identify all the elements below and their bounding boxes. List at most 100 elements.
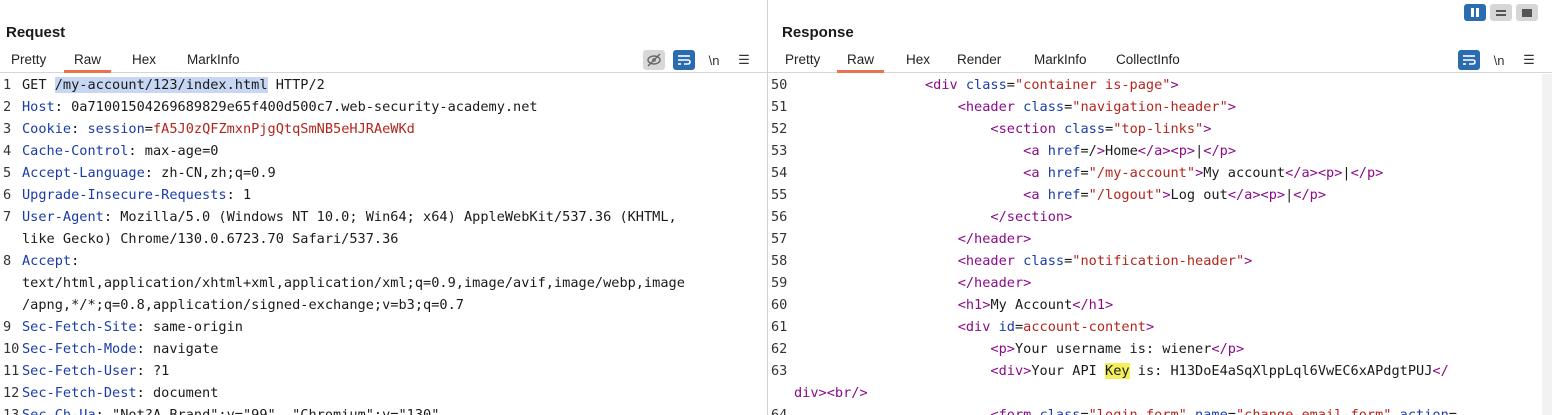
response-tab-hex[interactable]: Hex — [896, 51, 940, 73]
token: Sec-Fetch-Mode — [22, 341, 137, 357]
token: | — [1342, 165, 1351, 181]
token: "change-email-form" — [1235, 407, 1392, 415]
token: Sec-Fetch-User — [22, 363, 137, 379]
request-toolbar: \n ☰ — [643, 50, 755, 70]
line-content: text/html,application/xhtml+xml,applicat… — [22, 272, 767, 294]
line-content: Sec-Ch-Ua: "Not?A_Brand";v="99", "Chromi… — [22, 404, 767, 415]
line-content: Upgrade-Insecure-Requests: 1 — [22, 184, 767, 206]
layout-toggle — [1464, 4, 1538, 21]
token: > — [1227, 99, 1236, 115]
line-content: Cache-Control: max-age=0 — [22, 140, 767, 162]
token: > — [1170, 77, 1179, 93]
token: Cookie — [22, 121, 72, 137]
token: <a — [1023, 143, 1048, 159]
split-horizontal-icon[interactable] — [1464, 4, 1486, 21]
single-pane-icon[interactable] — [1516, 4, 1538, 21]
token: : navigate — [136, 341, 219, 357]
line-content: Host: 0a71001504269689829e65f400d500c7.w… — [22, 96, 767, 118]
line-number: 4 — [3, 143, 12, 159]
request-editor[interactable]: 1 GET /my-account/123/index.html HTTP/2 2 H… — [0, 74, 767, 415]
response-tab-collectinfo[interactable]: CollectInfo — [1106, 51, 1190, 73]
token: fA5J0zQFZmxnPjgQtqSmNB5eHJRAeWKd — [152, 121, 415, 137]
response-tab-render[interactable]: Render — [947, 51, 1011, 73]
code-line: 5 Accept-Language: zh-CN,zh;q=0.9 — [0, 162, 767, 184]
token: is: H13DoE4aSqXlppLql6VwEC6xAPdgtPUJ — [1129, 363, 1433, 379]
code-line: 51 <header class="navigation-header"> — [768, 96, 1552, 118]
code-line: 50 <div class="container is-page"> — [768, 74, 1552, 96]
code-line: like Gecko) Chrome/130.0.6723.70 Safari/… — [0, 228, 767, 250]
token: name — [1195, 407, 1228, 415]
menu-icon[interactable]: ☰ — [733, 50, 755, 70]
code-line: 1 GET /my-account/123/index.html HTTP/2 — [0, 74, 767, 96]
response-tab-pretty[interactable]: Pretty — [775, 51, 830, 73]
line-content: div><br/> — [794, 382, 1552, 404]
code-line: text/html,application/xhtml+xml,applicat… — [0, 272, 767, 294]
response-editor[interactable]: 50 <div class="container is-page"> 51 <he… — [768, 74, 1552, 415]
token: class — [1039, 407, 1081, 415]
response-tab-raw[interactable]: Raw — [837, 51, 885, 73]
token: = — [1448, 407, 1457, 415]
request-tab-raw[interactable]: Raw — [64, 51, 112, 73]
line-number: 50 — [771, 77, 788, 93]
token: Host — [22, 99, 55, 115]
token: /apng,*/*;q=0.8,application/signed-excha… — [22, 297, 464, 313]
code-line: div><br/> — [768, 382, 1552, 404]
line-number — [0, 294, 22, 316]
hide-nonprintable-icon[interactable] — [643, 50, 665, 70]
token: <form — [990, 407, 1040, 415]
line-content: </header> — [794, 272, 1552, 294]
response-tab-markinfo[interactable]: MarkInfo — [1024, 51, 1097, 73]
token: <div> — [990, 363, 1032, 379]
line-number: 58 — [771, 253, 788, 269]
token: Your API — [1031, 363, 1106, 379]
token: : — [71, 253, 80, 269]
token: =/ — [1080, 143, 1097, 159]
line-number: 54 — [771, 165, 788, 181]
line-content: <p>Your username is: wiener</p> — [794, 338, 1552, 360]
token: Log out — [1170, 187, 1228, 203]
token: session — [87, 121, 145, 137]
code-line: 58 <header class="notification-header"> — [768, 250, 1552, 272]
token: My account — [1203, 165, 1286, 181]
token: = — [1105, 121, 1114, 137]
newline-toggle[interactable]: \n — [1488, 50, 1510, 70]
line-number: 63 — [771, 363, 788, 379]
request-tab-markinfo[interactable]: MarkInfo — [177, 51, 250, 73]
code-line: 3 Cookie: session=fA5J0zQFZmxnPjgQtqSmNB5… — [0, 118, 767, 140]
line-content: <h1>My Account</h1> — [794, 294, 1552, 316]
token: : — [71, 121, 88, 137]
token: > — [1145, 319, 1155, 335]
token: Accept-Language — [22, 165, 145, 181]
newline-toggle[interactable]: \n — [703, 50, 725, 70]
line-content: Sec-Fetch-Site: same-origin — [22, 316, 767, 338]
response-tabs: Pretty Raw Hex Render MarkInfo CollectInfo — [768, 48, 1552, 73]
request-tab-pretty[interactable]: Pretty — [1, 51, 56, 73]
response-scrollbar[interactable] — [1542, 74, 1552, 415]
token: = — [1080, 165, 1089, 181]
line-content: <div class="container is-page"> — [794, 74, 1552, 96]
line-number: 1 — [3, 77, 12, 93]
token: = — [1006, 77, 1015, 93]
token: User-Agent — [22, 209, 104, 225]
line-content: </header> — [794, 228, 1552, 250]
line-number: 10 — [3, 341, 20, 357]
line-number — [0, 228, 22, 250]
token: = — [1080, 407, 1089, 415]
token: </a><p> — [1227, 187, 1286, 203]
line-number — [768, 382, 794, 404]
request-tab-hex[interactable]: Hex — [122, 51, 166, 73]
token: : 1 — [226, 187, 252, 203]
line-content: GET /my-account/123/index.html HTTP/2 — [22, 74, 767, 96]
token: <section — [990, 121, 1065, 137]
word-wrap-icon[interactable] — [1458, 50, 1480, 70]
menu-icon[interactable]: ☰ — [1518, 50, 1540, 70]
word-wrap-icon[interactable] — [673, 50, 695, 70]
split-vertical-icon[interactable] — [1490, 4, 1512, 21]
token: > — [1244, 253, 1253, 269]
